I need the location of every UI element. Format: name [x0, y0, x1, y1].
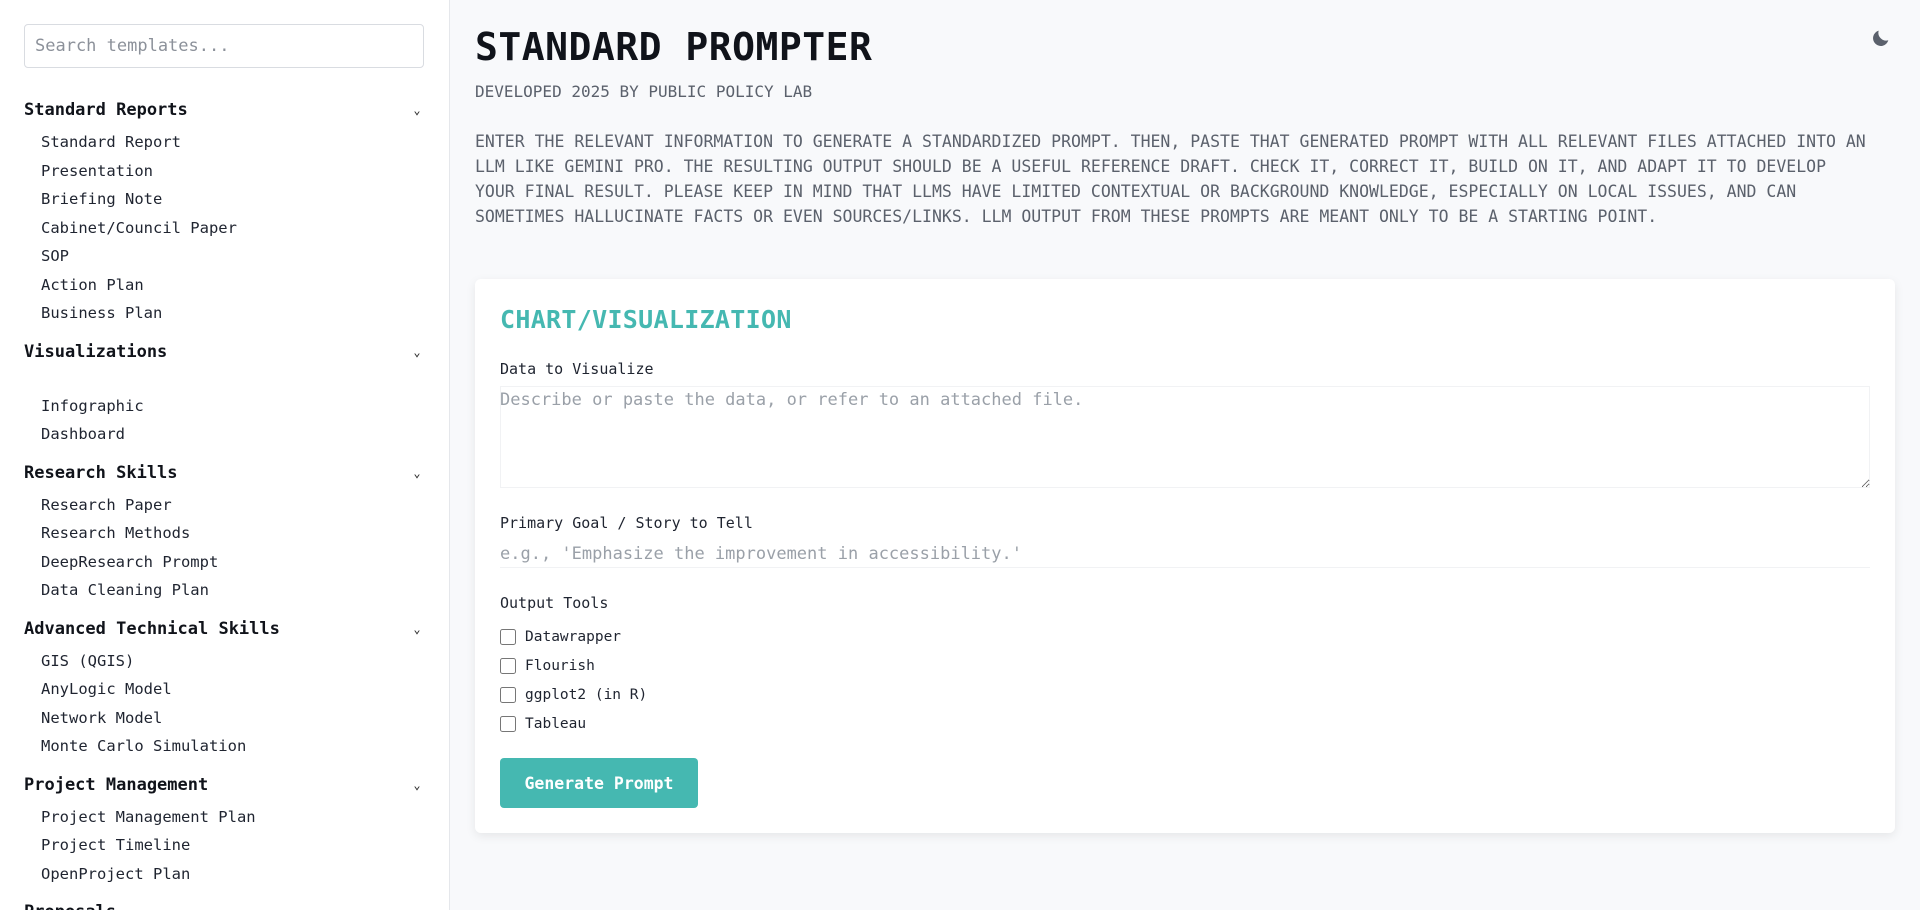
- sidebar-item-business-plan[interactable]: Business Plan: [24, 299, 425, 328]
- chevron-down-icon: ⌄: [413, 777, 421, 792]
- checkbox-label: Flourish: [525, 657, 595, 674]
- search-input[interactable]: [24, 24, 424, 68]
- category-visualizations[interactable]: Visualizations ⌄: [24, 338, 424, 366]
- sidebar-item-sop[interactable]: SOP: [24, 242, 425, 271]
- category-label: Advanced Technical Skills: [24, 618, 280, 639]
- tableau-checkbox[interactable]: [500, 715, 516, 732]
- category-items: Infographic Dashboard: [24, 392, 425, 449]
- intro-text: ENTER THE RELEVANT INFORMATION TO GENERA…: [475, 132, 1866, 226]
- generate-prompt-button[interactable]: Generate Prompt: [500, 758, 698, 808]
- output-tools-label: Output Tools: [500, 594, 609, 612]
- sidebar-item-deepresearch-prompt[interactable]: DeepResearch Prompt: [24, 548, 425, 577]
- moon-icon[interactable]: [1870, 27, 1892, 49]
- sidebar-item-research-methods[interactable]: Research Methods: [24, 519, 425, 548]
- template-nav: Standard Reports ⌄ Standard Report Prese…: [24, 96, 425, 910]
- sidebar-item-gis-qgis[interactable]: GIS (QGIS): [24, 647, 425, 676]
- goal-input[interactable]: [500, 540, 1870, 568]
- category-label: Project Management: [24, 774, 209, 795]
- sidebar-item-data-cleaning-plan[interactable]: Data Cleaning Plan: [24, 576, 425, 605]
- sidebar-item-research-paper[interactable]: Research Paper: [24, 491, 425, 520]
- sidebar-item-openproject-plan[interactable]: OpenProject Plan: [24, 860, 425, 889]
- sidebar-item-infographic[interactable]: Infographic: [24, 392, 425, 421]
- sidebar-item-presentation[interactable]: Presentation: [24, 157, 425, 186]
- sidebar-item-project-management-plan[interactable]: Project Management Plan: [24, 803, 425, 832]
- sidebar-item-action-plan[interactable]: Action Plan: [24, 271, 425, 300]
- form-title: CHART/VISUALIZATION: [500, 305, 792, 334]
- category-research-skills[interactable]: Research Skills ⌄: [24, 459, 424, 487]
- checkbox-label: Datawrapper: [525, 628, 622, 645]
- category-standard-reports[interactable]: Standard Reports ⌄: [24, 96, 424, 124]
- category-proposals[interactable]: Proposals ⌄: [24, 898, 424, 910]
- ggplot2-checkbox[interactable]: [500, 686, 516, 703]
- sidebar-item-dashboard[interactable]: Dashboard: [24, 420, 425, 449]
- tool-option-flourish[interactable]: Flourish: [500, 651, 1870, 680]
- category-label: Visualizations: [24, 341, 168, 362]
- tool-option-ggplot2[interactable]: ggplot2 (in R): [500, 680, 1870, 709]
- sidebar-item-cabinet-council-paper[interactable]: Cabinet/Council Paper: [24, 214, 425, 243]
- output-tools-group: Datawrapper Flourish ggplot2 (in R) Tabl…: [500, 622, 1870, 738]
- sidebar-item-briefing-note[interactable]: Briefing Note: [24, 185, 425, 214]
- chevron-down-icon: ⌄: [413, 621, 421, 636]
- category-items: Project Management Plan Project Timeline…: [24, 803, 425, 889]
- chevron-down-icon: ⌄: [410, 905, 424, 910]
- chevron-down-icon: ⌄: [413, 344, 421, 359]
- chevron-down-icon: ⌄: [413, 103, 421, 117]
- sidebar: Standard Reports ⌄ Standard Report Prese…: [0, 0, 450, 910]
- sidebar-item-project-timeline[interactable]: Project Timeline: [24, 831, 425, 860]
- category-label: Proposals: [24, 902, 116, 910]
- category-advanced-technical-skills[interactable]: Advanced Technical Skills ⌄: [24, 615, 424, 643]
- template-form-card: CHART/VISUALIZATION Data to Visualize Pr…: [475, 279, 1895, 833]
- chevron-down-icon: ⌄: [413, 465, 421, 480]
- checkbox-label: Tableau: [525, 715, 587, 732]
- main-content: STANDARD PROMPTER DEVELOPED 2025 BY PUBL…: [450, 0, 1920, 910]
- data-field-label: Data to Visualize: [500, 360, 654, 378]
- sidebar-item-monte-carlo-simulation[interactable]: Monte Carlo Simulation: [24, 732, 425, 761]
- sidebar-item-anylogic-model[interactable]: AnyLogic Model: [24, 675, 425, 704]
- sidebar-item-standard-report[interactable]: Standard Report: [24, 128, 425, 157]
- data-textarea[interactable]: [500, 386, 1870, 488]
- category-items: Standard Report Presentation Briefing No…: [24, 128, 425, 328]
- page-subtitle: DEVELOPED 2025 BY PUBLIC POLICY LAB: [475, 82, 813, 101]
- sidebar-item-network-model[interactable]: Network Model: [24, 704, 425, 733]
- page-title: STANDARD PROMPTER: [475, 25, 873, 69]
- category-items: GIS (QGIS) AnyLogic Model Network Model …: [24, 647, 425, 761]
- tool-option-datawrapper[interactable]: Datawrapper: [500, 622, 1870, 651]
- category-items: Research Paper Research Methods DeepRese…: [24, 491, 425, 605]
- goal-field-label: Primary Goal / Story to Tell: [500, 514, 753, 532]
- flourish-checkbox[interactable]: [500, 657, 516, 674]
- category-label: Standard Reports: [24, 100, 188, 120]
- category-project-management[interactable]: Project Management ⌄: [24, 771, 424, 799]
- checkbox-label: ggplot2 (in R): [525, 686, 648, 703]
- tool-option-tableau[interactable]: Tableau: [500, 709, 1870, 738]
- datawrapper-checkbox[interactable]: [500, 628, 516, 645]
- category-label: Research Skills: [24, 462, 178, 483]
